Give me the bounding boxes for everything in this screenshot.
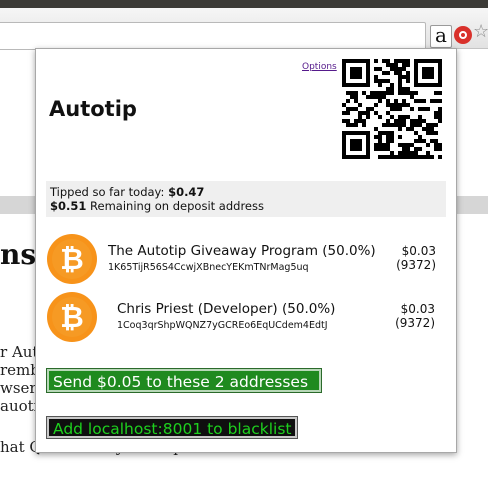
remaining-label: Remaining on deposit address: [90, 199, 264, 213]
options-link[interactable]: Options: [302, 62, 337, 72]
payee-name: Chris Priest (Developer) (50.0%): [117, 301, 336, 317]
payee-amount-value: $0.03: [401, 244, 436, 258]
window-titlebar: [0, 0, 488, 8]
payee-tip-count: (9372): [395, 316, 435, 330]
tipped-value: $0.47: [168, 185, 205, 199]
payee-amount: $0.03 (9372): [376, 244, 436, 272]
popup-title: Autotip: [49, 97, 137, 121]
address-bar[interactable]: [0, 22, 426, 50]
payee-tip-count: (9372): [396, 258, 436, 272]
qr-code: [342, 59, 442, 159]
page-heading: ns: [0, 238, 37, 271]
autotip-extension-icon[interactable]: a: [430, 25, 452, 48]
send-button[interactable]: Send $0.05 to these 2 addresses: [46, 368, 322, 393]
bitcoin-icon: ₿: [47, 234, 97, 284]
payee-amount-value: $0.03: [400, 302, 435, 316]
browser-toolbar: a ☆: [0, 8, 488, 50]
tipped-label: Tipped so far today:: [50, 185, 165, 199]
bitcoin-icon: ₿: [47, 292, 97, 342]
bookmark-star-icon[interactable]: ☆: [473, 21, 488, 42]
payee-name: The Autotip Giveaway Program (50.0%): [108, 243, 376, 259]
payee-address: 1K65TijR56S4CcwjXBnecYEKmTNrMag5uq: [108, 262, 309, 273]
payee-row: ₿ Chris Priest (Developer) (50.0%) 1Coq3…: [47, 292, 447, 344]
blacklist-button[interactable]: Add localhost:8001 to blacklist: [46, 416, 298, 439]
payee-address: 1Coq3qrShpWQNZ7yGCREo6EqUCdem4EdtJ: [117, 320, 328, 331]
payee-amount: $0.03 (9372): [375, 302, 435, 330]
red-extension-icon[interactable]: [454, 26, 472, 44]
autotip-popup: Options Autotip Tipped so far today: $0.…: [35, 48, 457, 453]
payee-row: ₿ The Autotip Giveaway Program (50.0%) 1…: [47, 234, 447, 286]
remaining-value: $0.51: [50, 199, 87, 213]
stats-box: Tipped so far today: $0.47 $0.51 Remaini…: [46, 181, 446, 217]
